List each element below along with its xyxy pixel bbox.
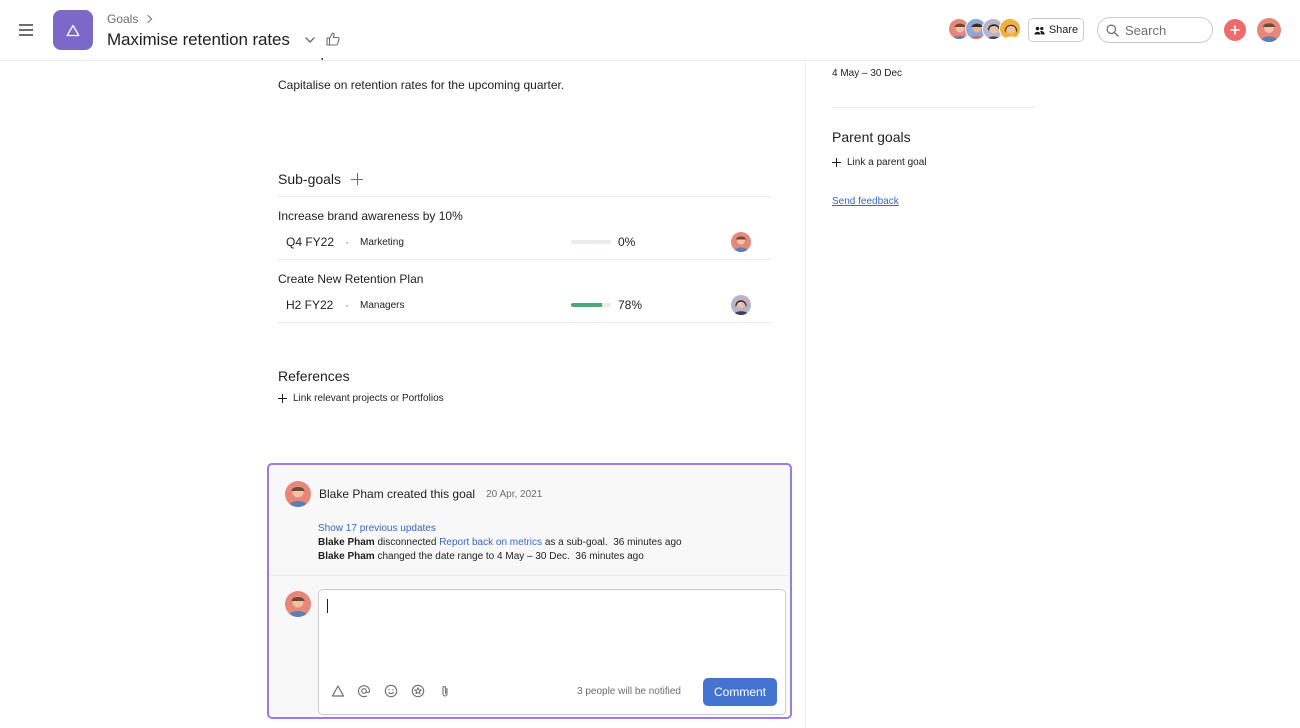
update-line: Blake Pham disconnected Report back on m… — [318, 537, 682, 548]
page-title: Maximise retention rates — [107, 30, 290, 49]
plus-icon — [832, 158, 841, 167]
divider — [832, 107, 1036, 108]
breadcrumb[interactable]: Goals — [107, 12, 153, 26]
mention-icon[interactable] — [357, 684, 371, 698]
search-box[interactable] — [1097, 17, 1213, 43]
subgoal-row[interactable]: Increase brand awareness by 10% Q4 FY22 … — [278, 209, 772, 271]
owner-avatar[interactable] — [731, 232, 751, 252]
report-link[interactable]: Report back on metrics — [439, 537, 542, 548]
goal-icon — [53, 10, 93, 50]
subgoal-team: Managers — [360, 300, 405, 311]
divider — [278, 322, 772, 323]
share-button[interactable]: Share — [1028, 18, 1084, 42]
subgoal-row[interactable]: Create New Retention Plan H2 FY22 · Mana… — [278, 272, 772, 334]
activity-header: Blake Pham created this goal 20 Apr, 202… — [285, 481, 542, 507]
progress-percent: 0% — [618, 235, 636, 249]
subgoal-period: Q4 FY22 — [286, 235, 335, 249]
plus-icon — [1230, 25, 1240, 35]
top-bar: Goals Maximise retention rates Share — [0, 0, 1300, 61]
goal-icon[interactable] — [331, 684, 345, 698]
activity-panel: Blake Pham created this goal 20 Apr, 202… — [267, 463, 792, 719]
create-button[interactable] — [1224, 19, 1246, 41]
avatar — [999, 18, 1021, 40]
chevron-down-icon[interactable] — [303, 33, 317, 47]
link-references-label: Link relevant projects or Portfolios — [293, 393, 444, 404]
separator-dot: · — [345, 298, 349, 312]
divider — [278, 259, 772, 260]
activity-author[interactable]: Blake Pham created this goal — [319, 487, 475, 501]
send-feedback-link[interactable]: Send feedback — [832, 196, 899, 207]
column-divider — [805, 62, 806, 728]
progress-fill — [571, 303, 603, 307]
activity-updates: Show 17 previous updates Blake Pham disc… — [318, 522, 682, 564]
activity-date: 20 Apr, 2021 — [486, 488, 543, 500]
show-updates-link[interactable]: Show 17 previous updates — [318, 523, 436, 534]
progress-bar — [571, 240, 611, 244]
parent-goals-title: Parent goals — [832, 129, 911, 145]
comment-box[interactable]: 3 people will be notified Comment — [318, 589, 786, 715]
progress-percent: 78% — [618, 298, 643, 312]
plus-icon — [278, 394, 287, 403]
chevron-right-icon — [144, 14, 153, 24]
subgoal-name[interactable]: Increase brand awareness by 10% — [278, 209, 463, 223]
member-avatars[interactable] — [948, 18, 1021, 42]
star-badge-icon[interactable] — [411, 684, 425, 698]
thumbs-up-icon[interactable] — [325, 31, 341, 47]
divider — [269, 575, 790, 576]
comment-input[interactable] — [326, 598, 776, 668]
description-text[interactable]: Capitalise on retention rates for the up… — [278, 78, 564, 92]
link-references-button[interactable]: Link relevant projects or Portfolios — [278, 393, 444, 404]
add-subgoal-icon[interactable] — [351, 173, 364, 185]
emoji-icon[interactable] — [384, 684, 398, 698]
menu-icon[interactable] — [19, 23, 33, 36]
separator-dot: · — [345, 235, 349, 249]
notify-text: 3 people will be notified — [577, 686, 681, 697]
search-icon — [1106, 24, 1119, 37]
owner-avatar[interactable] — [731, 295, 751, 315]
link-parent-goal-label: Link a parent goal — [847, 157, 927, 168]
people-icon — [1034, 26, 1045, 34]
subgoal-team: Marketing — [360, 237, 404, 248]
references-title: References — [278, 368, 350, 384]
breadcrumb-goals[interactable]: Goals — [107, 12, 138, 26]
user-avatar[interactable] — [1257, 18, 1281, 42]
due-date-value[interactable]: 4 May – 30 Dec — [832, 68, 902, 79]
subgoals-title: Sub-goals — [278, 171, 342, 187]
subgoal-period: H2 FY22 — [286, 298, 334, 312]
search-input[interactable] — [1125, 22, 1205, 38]
avatar — [285, 481, 311, 507]
avatar — [285, 591, 311, 617]
subgoal-name[interactable]: Create New Retention Plan — [278, 272, 423, 286]
comment-button[interactable]: Comment — [703, 678, 777, 706]
divider — [278, 196, 772, 197]
subgoals-heading: Sub-goals — [278, 171, 364, 187]
progress-bar — [571, 303, 611, 307]
attachment-icon[interactable] — [438, 684, 452, 698]
link-parent-goal-button[interactable]: Link a parent goal — [832, 157, 927, 168]
update-line: Blake Pham changed the date range to 4 M… — [318, 551, 644, 562]
share-label: Share — [1048, 24, 1079, 36]
